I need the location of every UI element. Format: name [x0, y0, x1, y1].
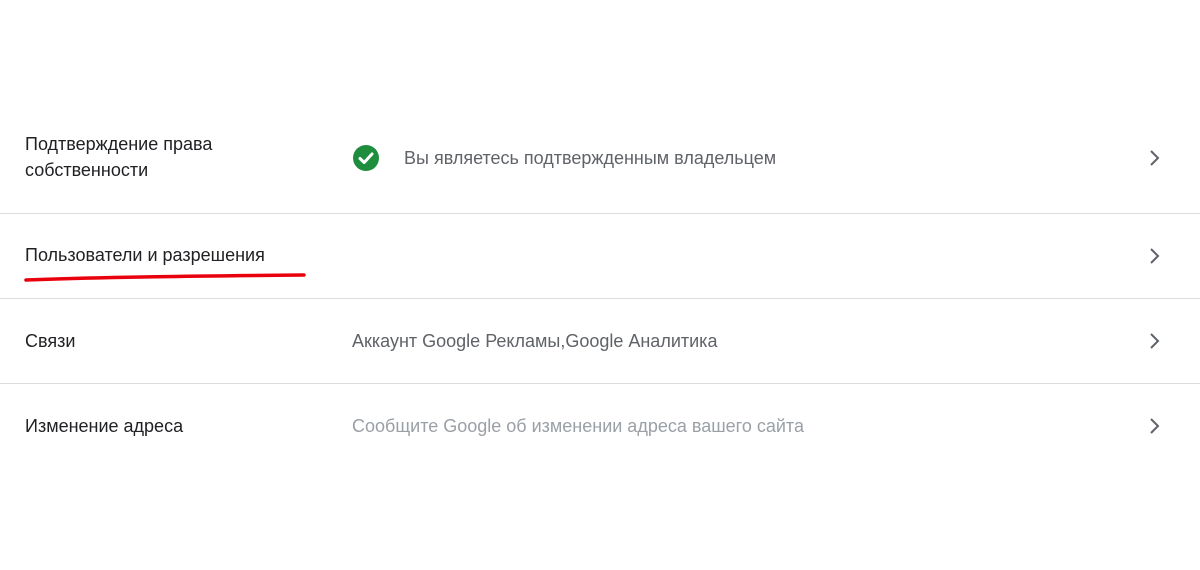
chevron-right-icon[interactable] — [1146, 332, 1164, 350]
row-label-ownership-verification: Подтверждение права собственности — [25, 134, 213, 180]
red-underline-annotation — [24, 273, 306, 282]
check-circle-icon — [352, 144, 380, 172]
row-label-users-permissions: Пользователи и разрешения — [25, 245, 265, 265]
settings-row-ownership-verification[interactable]: Подтверждение права собственности Вы явл… — [0, 114, 1200, 214]
settings-row-associations[interactable]: Связи Аккаунт Google Рекламы,Google Анал… — [0, 299, 1200, 384]
row-value-associations: Аккаунт Google Рекламы,Google Аналитика — [352, 331, 718, 351]
row-label-associations: Связи — [25, 331, 76, 351]
settings-row-change-of-address[interactable]: Изменение адреса Сообщите Google об изме… — [0, 384, 1200, 469]
ownership-status-text: Вы являетесь подтвержденным владельцем — [404, 147, 777, 168]
chevron-right-icon[interactable] — [1146, 247, 1164, 265]
row-value-ownership-verification: Вы являетесь подтвержденным владельцем — [352, 144, 776, 172]
settings-list: Подтверждение права собственности Вы явл… — [0, 114, 1200, 469]
row-label-change-of-address: Изменение адреса — [25, 416, 184, 436]
chevron-right-icon[interactable] — [1146, 149, 1164, 167]
settings-row-users-permissions[interactable]: Пользователи и разрешения — [0, 214, 1200, 299]
chevron-right-icon[interactable] — [1146, 417, 1164, 435]
row-value-change-of-address: Сообщите Google об изменении адреса ваше… — [352, 416, 804, 436]
